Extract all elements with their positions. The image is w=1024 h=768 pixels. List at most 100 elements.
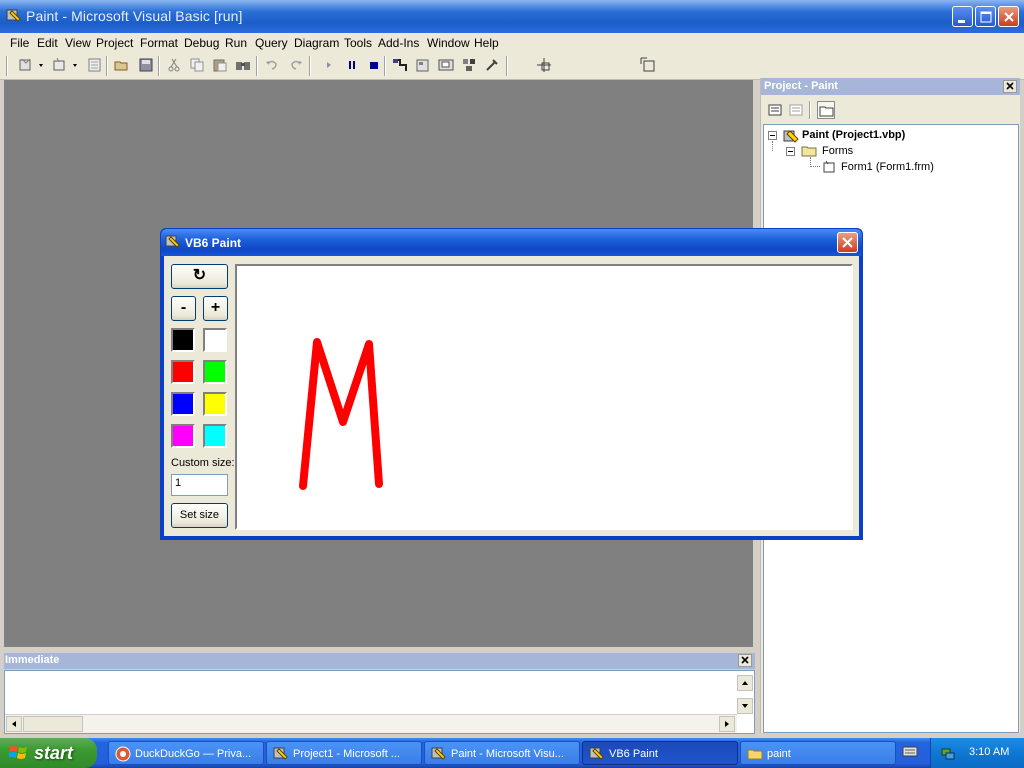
toolbar-grip[interactable] (6, 56, 8, 76)
close-button[interactable] (998, 6, 1019, 27)
keyboard-tray-icon[interactable] (900, 743, 924, 763)
view-object-icon[interactable] (787, 101, 805, 119)
arrow-left-icon (12, 721, 16, 727)
project-explorer-toolbar (761, 95, 1020, 124)
paste-icon[interactable] (211, 56, 229, 74)
menu-query[interactable]: Query (255, 36, 288, 50)
paint-form-title-bar[interactable]: VB6 Paint (161, 229, 862, 256)
copy-icon[interactable] (188, 56, 206, 74)
size-icon[interactable] (639, 56, 657, 74)
color-swatch-magenta[interactable] (171, 424, 195, 448)
tree-collapse-button[interactable] (786, 147, 795, 156)
project-explorer-title-bar[interactable]: Project - Paint (761, 78, 1020, 95)
position-icon[interactable] (535, 56, 553, 74)
toggle-folders-icon[interactable] (817, 101, 835, 119)
clear-button[interactable]: ↻ (171, 264, 228, 289)
paint-form-title: VB6 Paint (185, 236, 242, 250)
menu-file[interactable]: File (10, 36, 29, 50)
tree-collapse-button[interactable] (768, 131, 777, 140)
project-explorer-close-button[interactable] (1003, 80, 1017, 93)
menu-addins[interactable]: Add-Ins (378, 36, 419, 50)
clock[interactable]: 3:10 AM (969, 746, 1009, 758)
cut-icon[interactable] (165, 56, 183, 74)
menu-window[interactable]: Window (427, 36, 470, 50)
form-layout-icon[interactable] (437, 56, 455, 74)
set-size-label: Set size (179, 509, 220, 521)
menu-debug[interactable]: Debug (184, 36, 219, 50)
maximize-button[interactable] (975, 6, 996, 27)
find-icon[interactable] (234, 56, 252, 74)
toolbar-separator (809, 101, 811, 119)
network-icon[interactable] (940, 745, 956, 761)
color-swatch-black[interactable] (171, 328, 195, 352)
minimize-button[interactable] (952, 6, 973, 27)
increase-size-button[interactable]: + (203, 296, 228, 321)
save-icon[interactable] (137, 56, 155, 74)
menu-edit[interactable]: Edit (37, 36, 58, 50)
add-form-icon[interactable] (51, 56, 69, 74)
break-icon[interactable] (343, 56, 361, 74)
toolbox-icon[interactable] (483, 56, 501, 74)
paint-form-close-button[interactable] (837, 232, 858, 253)
menu-diagram[interactable]: Diagram (294, 36, 339, 50)
start-button[interactable]: start (0, 738, 97, 768)
scroll-right-button[interactable] (719, 716, 735, 732)
menu-help[interactable]: Help (474, 36, 499, 50)
menu-bar: File Edit View Project Format Debug Run … (0, 33, 1024, 52)
color-swatch-yellow[interactable] (203, 392, 227, 416)
object-browser-icon[interactable] (460, 56, 478, 74)
color-swatch-white[interactable] (203, 328, 227, 352)
tree-folder-label[interactable]: Forms (822, 145, 853, 157)
properties-icon[interactable] (414, 56, 432, 74)
menu-tools[interactable]: Tools (344, 36, 372, 50)
immediate-title-bar[interactable]: Immediate (4, 653, 755, 669)
menu-format[interactable]: Format (140, 36, 178, 50)
menu-editor-icon[interactable] (86, 56, 104, 74)
menu-view[interactable]: View (65, 36, 91, 50)
color-swatch-cyan[interactable] (203, 424, 227, 448)
horizontal-scrollbar[interactable] (5, 714, 737, 733)
open-icon[interactable] (113, 56, 131, 74)
tree-project-label[interactable]: Paint (Project1.vbp) (802, 129, 905, 141)
add-project-icon[interactable] (17, 56, 35, 74)
taskbar-item-duckduckgo[interactable]: DuckDuckGo — Priva... (108, 741, 264, 765)
toolbar-separator (506, 56, 508, 76)
scroll-up-button[interactable] (737, 675, 753, 691)
taskbar-item-project1[interactable]: Project1 - Microsoft ... (266, 741, 422, 765)
standard-toolbar (0, 52, 1024, 80)
arrow-down-icon (742, 704, 748, 708)
tree-form-label[interactable]: Form1 (Form1.frm) (841, 161, 934, 173)
menu-project[interactable]: Project (96, 36, 133, 50)
color-swatch-green[interactable] (203, 360, 227, 384)
scroll-left-button[interactable] (6, 716, 22, 732)
end-icon[interactable] (365, 56, 383, 74)
color-swatch-red[interactable] (171, 360, 195, 384)
color-swatch-blue[interactable] (171, 392, 195, 416)
folder-icon (801, 146, 817, 157)
view-code-icon[interactable] (766, 101, 784, 119)
set-size-button[interactable]: Set size (171, 503, 228, 528)
scroll-down-button[interactable] (737, 698, 753, 714)
taskbar-item-paint-folder[interactable]: paint (740, 741, 896, 765)
scroll-thumb[interactable] (23, 716, 83, 732)
windows-logo-icon (9, 746, 27, 759)
drawing-canvas[interactable] (235, 264, 853, 530)
vb-icon (431, 747, 446, 760)
drawn-stroke (299, 338, 383, 490)
taskbar-item-paint-vb[interactable]: Paint - Microsoft Visu... (424, 741, 580, 765)
decrease-size-button[interactable]: - (171, 296, 196, 321)
menu-run[interactable]: Run (225, 36, 247, 50)
clear-symbol: ↻ (192, 267, 207, 284)
redo-icon[interactable] (287, 56, 305, 74)
project-explorer-icon[interactable] (391, 56, 409, 74)
tree-line (810, 157, 820, 167)
custom-size-input[interactable]: 1 (171, 474, 228, 496)
immediate-close-button[interactable] (738, 654, 752, 667)
taskbar-item-label: paint (767, 748, 791, 760)
start-icon[interactable] (320, 56, 338, 74)
undo-icon[interactable] (263, 56, 281, 74)
main-title-bar[interactable]: Paint - Microsoft Visual Basic [run] (0, 0, 1024, 33)
taskbar-item-vb6-paint[interactable]: VB6 Paint (582, 741, 738, 765)
arrow-up-icon (742, 681, 748, 685)
immediate-text-area[interactable] (4, 670, 755, 734)
